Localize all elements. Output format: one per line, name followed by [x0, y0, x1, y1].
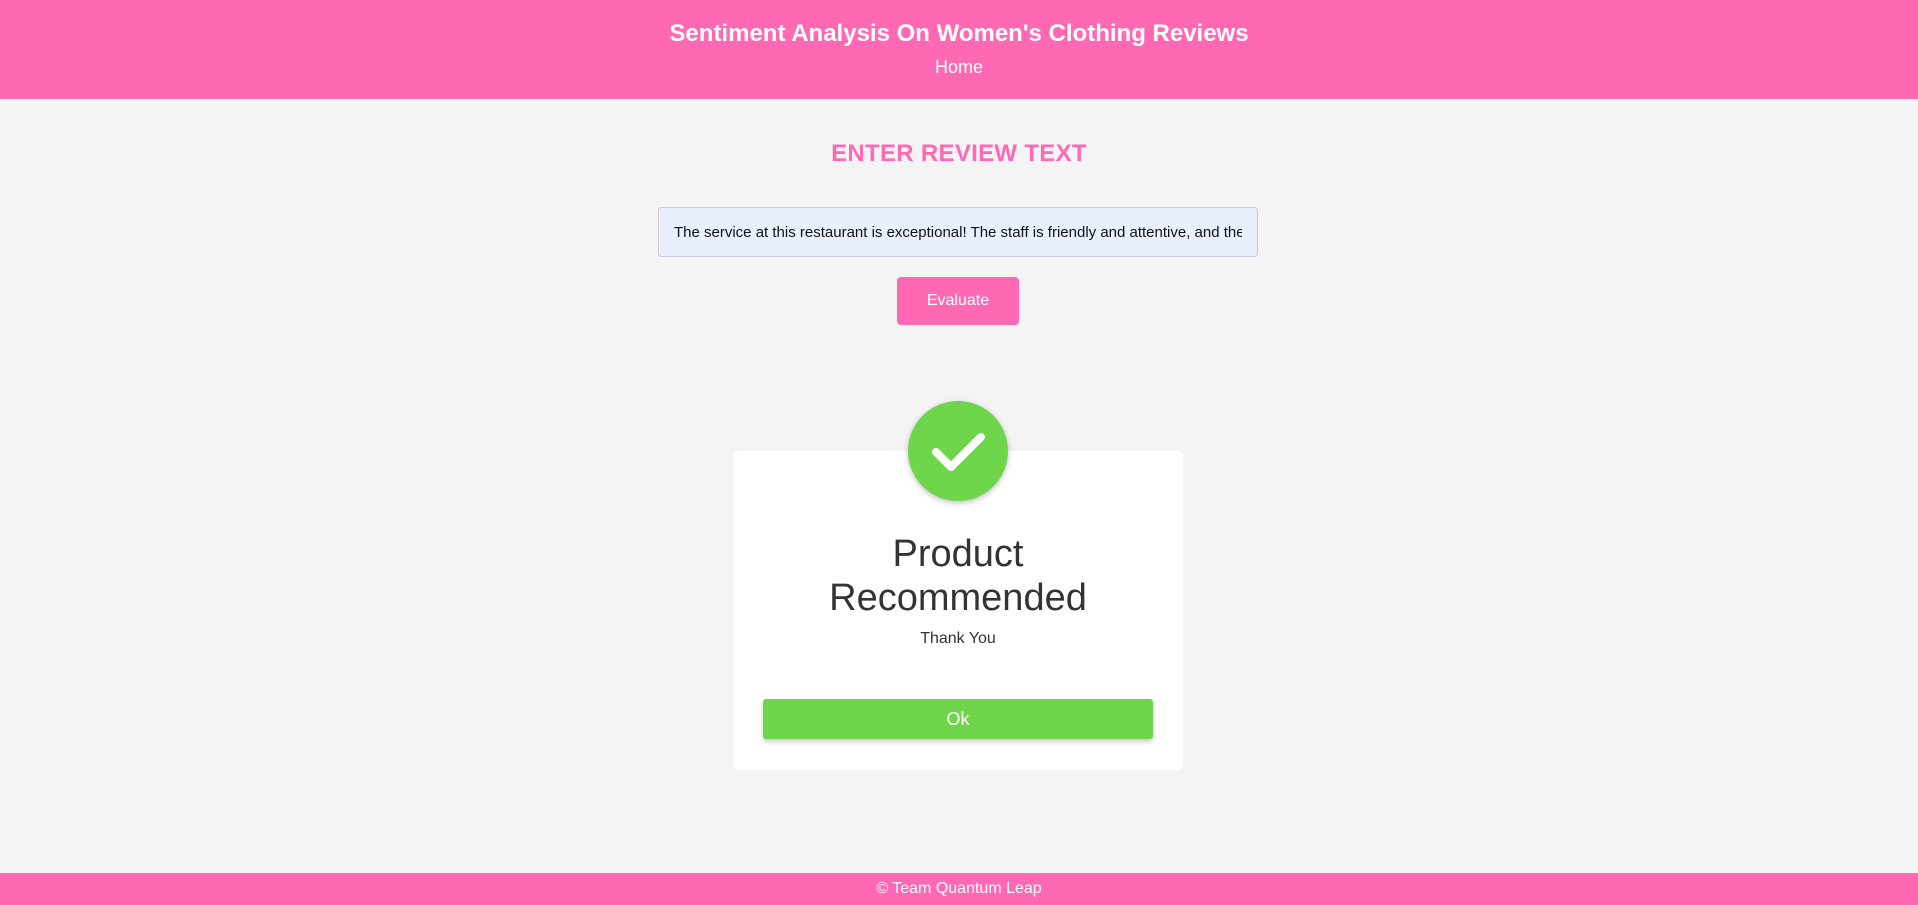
success-badge [908, 401, 1008, 501]
ok-button[interactable]: Ok [763, 699, 1153, 739]
site-header: Sentiment Analysis On Women's Clothing R… [0, 0, 1918, 99]
result-title: Product Recommended [733, 532, 1183, 620]
result-title-line2: Recommended [829, 577, 1087, 619]
site-title: Sentiment Analysis On Women's Clothing R… [669, 20, 1249, 47]
review-heading: ENTER REVIEW TEXT [831, 140, 1087, 167]
review-text-input[interactable] [658, 207, 1258, 257]
nav-home-link[interactable]: Home [0, 56, 1918, 78]
site-footer: © Team Quantum Leap [0, 873, 1918, 905]
check-icon [932, 433, 985, 471]
evaluate-button[interactable]: Evaluate [897, 277, 1019, 325]
result-title-line1: Product [892, 533, 1024, 575]
result-subtitle: Thank You [920, 630, 996, 647]
